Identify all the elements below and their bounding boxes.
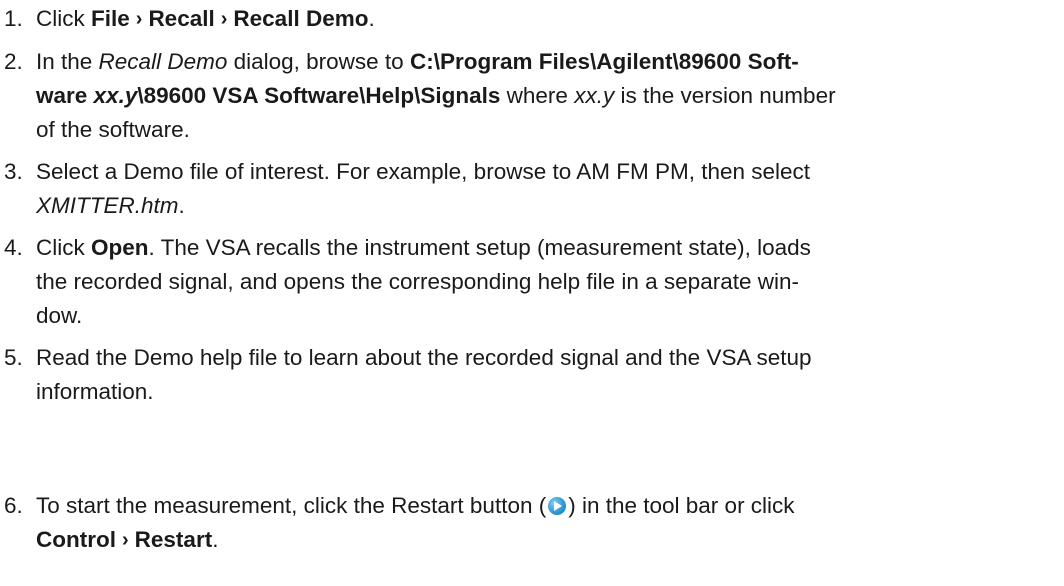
text-run: ) in the tool bar or click (568, 493, 795, 518)
step-line: Click Open. The VSA recalls the instrume… (36, 231, 1052, 265)
text-run: the recorded signal, and opens the corre… (36, 269, 799, 294)
text-run: is the version number (614, 83, 836, 108)
text-run: Click (36, 235, 91, 260)
menu-control: Control (36, 527, 116, 552)
step-5: 5. Read the Demo help file to learn abou… (0, 341, 1060, 409)
step-1: 1. Click File › Recall › Recall Demo. (0, 2, 1060, 37)
menu-file: File (91, 6, 130, 31)
instruction-steps: 1. Click File › Recall › Recall Demo. 2. In … (0, 0, 1064, 586)
step-line: In the Recall Demo dialog, browse to C:\… (36, 45, 1052, 79)
step-number: 3. (4, 159, 23, 184)
menu-separator: › (121, 529, 129, 551)
step-text: Read the Demo help file to learn about t… (36, 341, 1060, 409)
text-run: To start the measurement, click the Rest… (36, 493, 547, 518)
button-name-open: Open (91, 235, 149, 260)
path-version: xx.y (93, 83, 138, 108)
step-number: 4. (4, 235, 23, 260)
step-line: of the software. (36, 113, 1052, 147)
step-line: information. (36, 375, 1052, 409)
text-run: Select a Demo file of interest. For exam… (36, 159, 811, 184)
step-line: ware xx.y\89600 VSA Software\Help\Signal… (36, 79, 1052, 113)
text-run: dow. (36, 303, 83, 328)
step-text: Click Open. The VSA recalls the instrume… (36, 231, 1060, 333)
menu-recall: Recall (148, 6, 215, 31)
version-term: xx.y (574, 83, 615, 108)
step-text: Select a Demo file of interest. For exam… (36, 155, 1060, 223)
text-run: . (178, 193, 185, 218)
step-number: 5. (4, 345, 23, 370)
text-run: . (368, 6, 375, 31)
play-icon (548, 497, 567, 515)
text-run: where (500, 83, 575, 108)
step-number: 2. (4, 49, 23, 74)
step-line: the recorded signal, and opens the corre… (36, 265, 1052, 299)
path-text: C:\Program Files\Agilent\89600 Soft- (409, 49, 799, 74)
path-text: \89600 VSA Software\Help\Signals (137, 83, 501, 108)
step-line: Read the Demo help file to learn about t… (36, 341, 1052, 375)
step-2: 2. In the Recall Demo dialog, browse to … (0, 45, 1060, 147)
step-line: Click File › Recall › Recall Demo. (36, 2, 1052, 37)
path-text: ware (36, 83, 94, 108)
step-line: XMITTER.htm. (36, 189, 1052, 223)
step-3: 3. Select a Demo file of interest. For e… (0, 155, 1060, 223)
text-run: Click (36, 6, 91, 31)
text-run: Read the Demo help file to learn about t… (36, 345, 812, 370)
text-run: information. (36, 379, 154, 404)
menu-restart: Restart (134, 527, 213, 552)
text-run: . (212, 527, 219, 552)
step-number: 1. (4, 6, 23, 31)
menu-separator: › (135, 8, 143, 30)
text-run: dialog, browse to (227, 49, 410, 74)
text-run: In the (36, 49, 99, 74)
step-line: Control › Restart. (36, 523, 1052, 558)
step-4: 4. Click Open. The VSA recalls the instr… (0, 231, 1060, 333)
step-text: In the Recall Demo dialog, browse to C:\… (36, 45, 1060, 147)
step-line: To start the measurement, click the Rest… (36, 489, 1052, 523)
menu-recall-demo: Recall Demo (233, 6, 369, 31)
menu-separator: › (220, 8, 228, 30)
text-run: of the software. (36, 117, 190, 142)
step-6: 6. To start the measurement, click the R… (0, 489, 1060, 558)
dialog-name: Recall Demo (98, 49, 228, 74)
step-text: To start the measurement, click the Rest… (36, 489, 1060, 558)
text-run: . The VSA recalls the instrument setup (… (148, 235, 811, 260)
step-number: 6. (4, 493, 23, 518)
step-line: Select a Demo file of interest. For exam… (36, 155, 1052, 189)
step-text: Click File › Recall › Recall Demo. (36, 2, 1060, 37)
file-name: XMITTER.htm (36, 193, 179, 218)
step-line: dow. (36, 299, 1052, 333)
